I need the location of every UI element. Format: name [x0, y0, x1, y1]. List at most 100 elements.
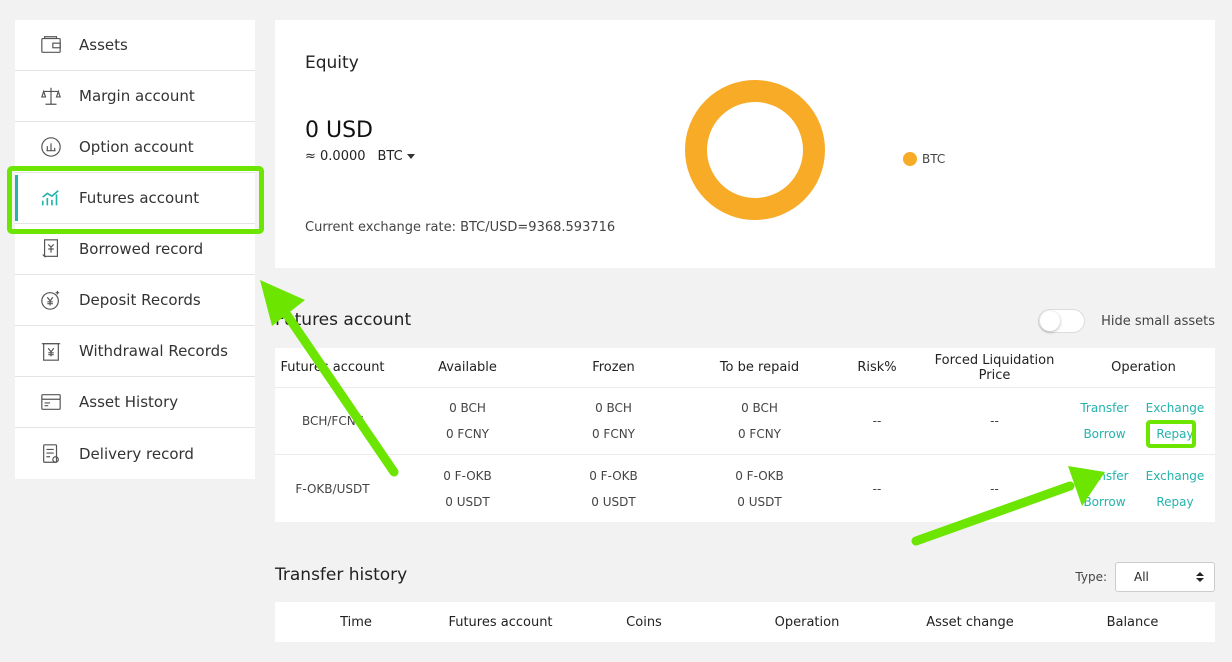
sidebar-item-label: Margin account: [79, 87, 195, 105]
liquidation-price: --: [990, 414, 999, 428]
transfer-table-header: Time Futures account Coins Operation Ass…: [275, 602, 1215, 642]
receipt-icon: [39, 237, 63, 261]
sidebar: Assets Margin account Option account Fut…: [15, 20, 255, 479]
repaid-value: 0 USDT: [737, 494, 782, 509]
hide-small-assets-toggle[interactable]: [1038, 309, 1086, 333]
chart-legend: BTC: [903, 152, 945, 166]
sidebar-item-margin[interactable]: Margin account: [15, 71, 255, 122]
transfer-link[interactable]: Transfer: [1077, 401, 1132, 415]
column-header: Balance: [1106, 614, 1159, 630]
repaid-cell: 0 F-OKB 0 USDT: [682, 455, 837, 522]
available-value: 0 FCNY: [445, 427, 490, 441]
column-header: Risk%: [857, 360, 897, 375]
frozen-cell: 0 F-OKB 0 USDT: [545, 455, 682, 522]
available-value: 0 USDT: [445, 494, 490, 509]
frozen-value: 0 F-OKB: [589, 468, 638, 483]
frozen-cell: 0 BCH 0 FCNY: [545, 388, 682, 454]
column-header: Time: [340, 614, 372, 630]
exchange-rate: Current exchange rate: BTC/USD=9368.5937…: [305, 220, 616, 235]
borrow-link[interactable]: Borrow: [1077, 427, 1132, 441]
sidebar-item-borrowed[interactable]: Borrowed record: [15, 224, 255, 275]
equity-value: 0 USD: [305, 118, 373, 143]
operations-cell: Transfer Exchange Borrow Repay: [1072, 388, 1215, 454]
sidebar-item-deposit[interactable]: Deposit Records: [15, 275, 255, 326]
column-header: Available: [438, 360, 497, 375]
exchange-link[interactable]: Exchange: [1140, 401, 1210, 415]
yen-coin-icon: [39, 288, 63, 312]
borrow-link[interactable]: Borrow: [1077, 495, 1132, 509]
column-header: Futures account: [280, 360, 385, 375]
available-value: 0 BCH: [449, 401, 486, 415]
sidebar-item-label: Option account: [79, 138, 194, 156]
currency-dropdown[interactable]: BTC: [378, 149, 415, 164]
available-value: 0 F-OKB: [443, 468, 492, 483]
account-name: F-OKB/USDT: [295, 481, 370, 496]
repay-link[interactable]: Repay: [1140, 427, 1210, 441]
column-header: Forced Liquidation Price: [934, 352, 1055, 383]
equity-approx: ≈ 0.0000 BTC: [305, 149, 415, 164]
card-icon: [39, 390, 63, 414]
column-header: Coins: [626, 614, 662, 630]
column-header: Frozen: [592, 360, 635, 375]
toggle-knob: [1040, 311, 1061, 331]
equity-card: Equity 0 USD ≈ 0.0000 BTC Current exchan…: [275, 20, 1215, 268]
section-title-transfer: Transfer history: [275, 565, 408, 585]
futures-table: Futures account Available Frozen To be r…: [275, 348, 1215, 522]
operations-cell: Transfer Exchange Borrow Repay: [1072, 455, 1215, 522]
type-label: Type:: [1075, 570, 1107, 584]
available-cell: 0 F-OKB 0 USDT: [390, 455, 545, 522]
column-header: Asset change: [926, 614, 1014, 630]
column-header: Futures account: [448, 614, 553, 630]
sidebar-item-label: Assets: [79, 36, 128, 54]
frozen-value: 0 BCH: [595, 401, 632, 415]
caret-down-icon: [406, 154, 415, 159]
repaid-value: 0 F-OKB: [735, 468, 784, 483]
operations: Transfer Exchange Borrow Repay: [1077, 469, 1210, 509]
risk-value: --: [872, 414, 882, 428]
sidebar-item-assets[interactable]: Assets: [15, 20, 255, 71]
transfer-link[interactable]: Transfer: [1077, 469, 1132, 483]
bar-chart-icon: [39, 186, 63, 210]
table-row: F-OKB/USDT 0 F-OKB 0 USDT 0 F-OKB 0 USDT…: [275, 455, 1215, 522]
sidebar-item-label: Asset History: [79, 393, 179, 411]
sidebar-item-label: Borrowed record: [79, 240, 204, 258]
legend-dot-icon: [903, 152, 917, 166]
sidebar-item-label: Deposit Records: [79, 291, 201, 309]
equity-approx-value: ≈ 0.0000: [305, 149, 366, 164]
document-icon: [39, 442, 63, 466]
frozen-value: 0 USDT: [591, 494, 636, 509]
repaid-value: 0 FCNY: [737, 427, 782, 441]
available-cell: 0 BCH 0 FCNY: [390, 388, 545, 454]
sidebar-item-label: Delivery record: [79, 444, 194, 463]
repay-link[interactable]: Repay: [1140, 495, 1210, 509]
hide-small-assets: Hide small assets: [1038, 309, 1215, 333]
risk-value: --: [872, 481, 882, 496]
sidebar-item-delivery[interactable]: Delivery record: [15, 428, 255, 479]
column-header: To be repaid: [719, 360, 800, 375]
section-title-futures: Futures account: [275, 310, 412, 330]
sidebar-item-asset-history[interactable]: Asset History: [15, 377, 255, 428]
currency-label: BTC: [377, 149, 403, 164]
table-row: BCH/FCNY 0 BCH 0 FCNY 0 BCH 0 FCNY 0 BCH…: [275, 388, 1215, 455]
column-header: Operation: [774, 614, 840, 630]
legend-label: BTC: [922, 152, 946, 166]
repaid-value: 0 BCH: [741, 401, 778, 415]
operations: Transfer Exchange Borrow Repay: [1077, 401, 1210, 441]
column-header: Operation: [1111, 360, 1176, 375]
sidebar-item-option[interactable]: Option account: [15, 122, 255, 173]
sidebar-item-withdrawal[interactable]: Withdrawal Records: [15, 326, 255, 377]
exchange-link[interactable]: Exchange: [1140, 469, 1210, 483]
account-name: BCH/FCNY: [301, 414, 364, 428]
select-arrows-icon: [1196, 572, 1204, 582]
yen-document-icon: [39, 339, 63, 363]
equity-donut-chart: [685, 80, 825, 220]
type-select-value: All: [1134, 570, 1149, 584]
sidebar-item-futures[interactable]: Futures account: [15, 173, 255, 224]
table-header: Futures account Available Frozen To be r…: [275, 348, 1215, 388]
sidebar-item-label: Futures account: [79, 189, 200, 207]
wallet-icon: [39, 33, 63, 57]
hide-small-assets-label: Hide small assets: [1101, 313, 1215, 329]
repaid-cell: 0 BCH 0 FCNY: [682, 388, 837, 454]
scale-icon: [39, 84, 63, 108]
type-select[interactable]: All: [1115, 562, 1215, 592]
